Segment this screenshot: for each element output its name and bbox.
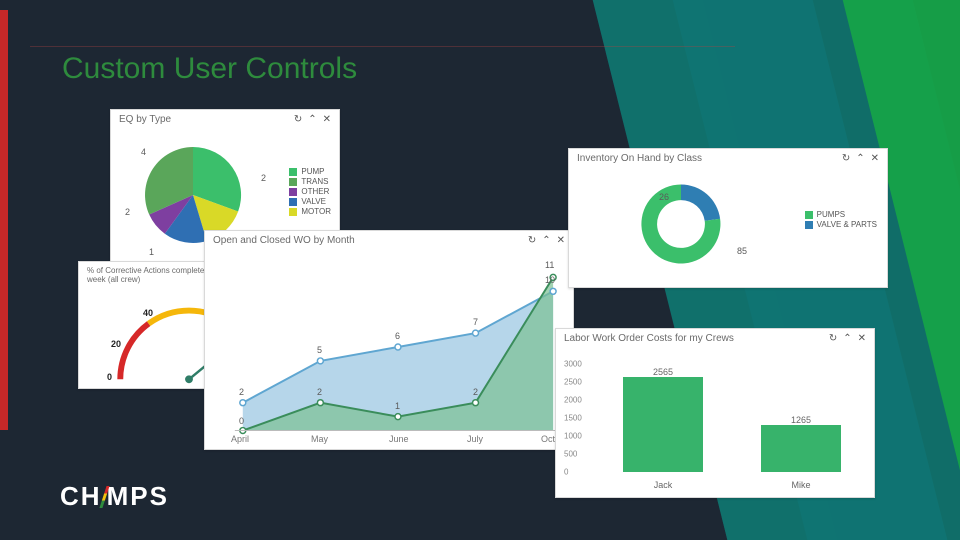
legend-motor: MOTOR: [301, 207, 331, 217]
pie-legend: PUMP TRANS OTHER VALVE MOTOR: [289, 167, 331, 217]
area-chart: 2 5 6 7 10 0 2 1 2 11 April May June Jul…: [205, 248, 573, 446]
expand-icon[interactable]: ⌃: [856, 153, 864, 164]
panel-wo-by-month: Open and Closed WO by Month ↻ ⌃ ✕: [204, 230, 574, 450]
page-title: Custom User Controls: [62, 52, 357, 86]
bar-grid: 2565 1265: [601, 361, 862, 472]
line-closed-p1: 2: [317, 387, 322, 397]
x-june: June: [389, 434, 409, 444]
close-icon[interactable]: ✕: [323, 114, 331, 125]
panel-toolbar: ↻ ⌃ ✕: [528, 235, 565, 246]
close-icon[interactable]: ✕: [858, 333, 866, 344]
line-open-p1: 5: [317, 345, 322, 355]
bar-val-jack: 2565: [623, 367, 703, 377]
gauge-tick-0: 0: [107, 372, 112, 382]
pie-value-pump: 2: [261, 173, 266, 183]
refresh-icon[interactable]: ↻: [829, 333, 837, 344]
panel-header: EQ by Type ↻ ⌃ ✕: [111, 110, 339, 127]
ytick-2000: 2000: [564, 396, 582, 405]
ytick-0: 0: [564, 468, 568, 477]
gauge-tick-20: 20: [111, 339, 121, 349]
x-jack: Jack: [654, 480, 673, 490]
ytick-3000: 3000: [564, 360, 582, 369]
ytick-1500: 1500: [564, 414, 582, 423]
line-closed-p3: 2: [473, 387, 478, 397]
logo-part-1: CH: [60, 481, 102, 511]
ytick-2500: 2500: [564, 378, 582, 387]
logo-part-2: MPS: [107, 481, 169, 511]
line-open-p0: 2: [239, 387, 244, 397]
refresh-icon[interactable]: ↻: [294, 114, 302, 125]
line-closed-p4: 11: [545, 260, 554, 270]
panel-header: Open and Closed WO by Month ↻ ⌃ ✕: [205, 231, 573, 248]
area-svg: [205, 248, 573, 446]
line-open-p4: 10: [545, 275, 555, 285]
brand-logo: CHMPS: [60, 481, 169, 512]
bar-mike: 1265: [761, 425, 841, 472]
gauge-tick-40: 40: [143, 308, 153, 318]
close-icon[interactable]: ✕: [557, 235, 565, 246]
slide-root: Custom User Controls EQ by Type ↻ ⌃ ✕ 2: [0, 0, 960, 540]
pie-value-trans: 4: [141, 147, 146, 157]
donut-val-b: 85: [737, 246, 747, 256]
refresh-icon[interactable]: ↻: [842, 153, 850, 164]
panel-title: EQ by Type: [119, 114, 171, 125]
expand-icon[interactable]: ⌃: [308, 114, 316, 125]
title-underline: [30, 46, 735, 47]
legend-pumps: PUMPS: [817, 210, 845, 220]
line-closed-p0: 0: [239, 416, 244, 426]
panel-header: Labor Work Order Costs for my Crews ↻ ⌃ …: [556, 329, 874, 346]
x-july: July: [467, 434, 483, 444]
accent-bar-red: [0, 10, 8, 430]
close-icon[interactable]: ✕: [871, 153, 879, 164]
expand-icon[interactable]: ⌃: [542, 235, 550, 246]
ytick-500: 500: [564, 450, 577, 459]
legend-other: OTHER: [301, 187, 329, 197]
x-may: May: [311, 434, 328, 444]
x-mike: Mike: [791, 480, 810, 490]
bar-jack: 2565: [623, 377, 703, 472]
refresh-icon[interactable]: ↻: [528, 235, 536, 246]
donut-chart: 26 85 PUMPS VALVE & PARTS: [569, 166, 887, 284]
legend-valve: VALVE: [301, 197, 326, 207]
ytick-1000: 1000: [564, 432, 582, 441]
panel-toolbar: ↻ ⌃ ✕: [294, 114, 331, 125]
x-april: April: [231, 434, 249, 444]
legend-valve-parts: VALVE & PARTS: [817, 220, 877, 230]
panel-header: Inventory On Hand by Class ↻ ⌃ ✕: [569, 149, 887, 166]
donut-legend: PUMPS VALVE & PARTS: [805, 210, 877, 230]
bar-val-mike: 1265: [761, 415, 841, 425]
line-open-p3: 7: [473, 317, 478, 327]
pie-value-other: 2: [125, 207, 130, 217]
panel-toolbar: ↻ ⌃ ✕: [829, 333, 866, 344]
donut-svg: [629, 172, 733, 276]
pie-value-valve: 1: [149, 247, 154, 257]
expand-icon[interactable]: ⌃: [843, 333, 851, 344]
panel-inventory: Inventory On Hand by Class ↻ ⌃ ✕ 26 85 P…: [568, 148, 888, 288]
panel-title: Open and Closed WO by Month: [213, 235, 355, 246]
donut-val-a: 26: [659, 192, 669, 202]
panel-labor-costs: Labor Work Order Costs for my Crews ↻ ⌃ …: [555, 328, 875, 498]
legend-trans: TRANS: [301, 177, 328, 187]
line-open-p2: 6: [395, 331, 400, 341]
panel-title: Labor Work Order Costs for my Crews: [564, 333, 734, 344]
panel-title: Inventory On Hand by Class: [577, 153, 702, 164]
bar-chart: 0 500 1000 1500 2000 2500 3000 2565 1265…: [556, 346, 874, 494]
line-closed-p2: 1: [395, 401, 400, 411]
panel-toolbar: ↻ ⌃ ✕: [842, 153, 879, 164]
legend-pump: PUMP: [301, 167, 324, 177]
